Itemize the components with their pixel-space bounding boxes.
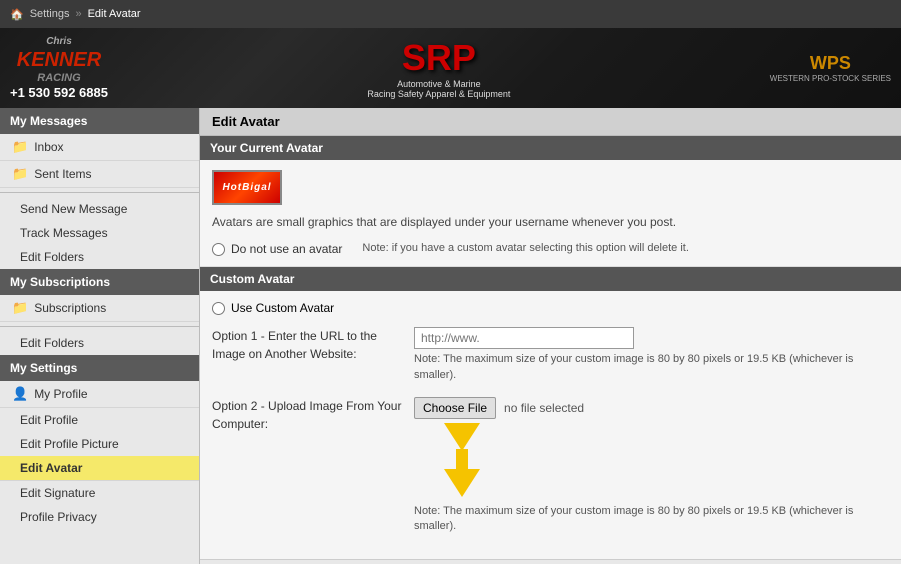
separator: »	[75, 8, 81, 20]
current-avatar-body: HotBigal Avatars are small graphics that…	[200, 160, 901, 267]
sidebar-item-edit-folders-subs[interactable]: Edit Folders	[0, 331, 199, 355]
no-avatar-row: Do not use an avatar	[212, 242, 342, 256]
top-nav: 🏠 Settings » Edit Avatar	[0, 0, 901, 28]
banner-wps: WPS WESTERN PRO-STOCK SERIES	[770, 53, 891, 83]
breadcrumb-edit-avatar: Edit Avatar	[88, 8, 141, 20]
avatar-label-text: HotBigal	[222, 182, 271, 193]
no-file-label: no file selected	[504, 401, 584, 415]
folder-icon-sent: 📁	[12, 166, 28, 182]
choose-file-button[interactable]: Choose File	[414, 397, 496, 419]
sidebar-divider-2	[0, 326, 199, 327]
option1-label: Option 1 - Enter the URL to the Image on…	[212, 327, 402, 363]
avatar-image: HotBigal	[212, 170, 282, 205]
sidebar-item-track[interactable]: Track Messages	[0, 221, 199, 245]
option2-label: Option 2 - Upload Image From Your Comput…	[212, 397, 402, 433]
kenner-phone: +1 530 592 6885	[10, 85, 108, 101]
content-header: Edit Avatar	[200, 108, 901, 136]
use-custom-row: Use Custom Avatar	[212, 301, 889, 315]
sidebar-item-profile-privacy[interactable]: Profile Privacy	[0, 505, 199, 529]
home-icon[interactable]: 🏠	[10, 8, 24, 21]
option2-note: Note: The maximum size of your custom im…	[414, 504, 889, 535]
option2-row: Option 2 - Upload Image From Your Comput…	[212, 397, 889, 535]
no-avatar-radio[interactable]	[212, 243, 225, 256]
banner: Chris KENNER RACING +1 530 592 6885 SRP …	[0, 28, 901, 108]
banner-kenner: Chris KENNER RACING +1 530 592 6885	[10, 36, 108, 101]
sidebar-inbox-label: Inbox	[34, 140, 63, 154]
sidebar-divider-1	[0, 192, 199, 193]
sidebar-my-profile-label: My Profile	[34, 387, 87, 401]
kenner-main: KENNER	[10, 48, 108, 72]
custom-avatar-body: Use Custom Avatar Option 1 - Enter the U…	[200, 291, 901, 559]
content-inner: Your Current Avatar HotBigal Avatars are…	[200, 136, 901, 564]
wps-logo: WPS	[770, 53, 891, 74]
folder-icon-subs: 📁	[12, 300, 28, 316]
option2-controls: Choose File no file selected Note: The m…	[414, 397, 889, 535]
banner-srp: SRP Automotive & Marine Racing Safety Ap…	[367, 37, 510, 99]
sidebar-item-edit-avatar[interactable]: Edit Avatar	[0, 456, 199, 481]
breadcrumb-settings[interactable]: Settings	[30, 8, 70, 20]
srp-logo: SRP	[367, 37, 510, 79]
wps-sub: WESTERN PRO-STOCK SERIES	[770, 74, 891, 83]
option1-row: Option 1 - Enter the URL to the Image on…	[212, 327, 889, 383]
sidebar-edit-avatar-label: Edit Avatar	[20, 461, 82, 475]
person-icon: 👤	[12, 386, 28, 402]
sidebar-item-send-new[interactable]: Send New Message	[0, 197, 199, 221]
avatar-preview: HotBigal Avatars are small graphics that…	[212, 170, 889, 256]
sidebar-section-subscriptions: My Subscriptions	[0, 269, 199, 295]
kenner-script: Chris	[10, 36, 108, 48]
sidebar-item-my-profile[interactable]: 👤 My Profile	[0, 381, 199, 408]
arrow-head	[444, 469, 480, 497]
kenner-sub: RACING	[10, 72, 108, 85]
custom-avatar-title: Custom Avatar	[200, 267, 901, 291]
arrow-indicator	[444, 423, 480, 497]
sidebar-item-edit-folders-messages[interactable]: Edit Folders	[0, 245, 199, 269]
sidebar: My Messages 📁 Inbox 📁 Sent Items Send Ne…	[0, 108, 200, 564]
srp-line1: Automotive & Marine	[367, 79, 510, 89]
file-upload-row: Choose File no file selected	[414, 397, 889, 419]
bottom-buttons: Save Changes Reset Fields	[200, 559, 901, 564]
sidebar-subs-label: Subscriptions	[34, 301, 106, 315]
sidebar-item-edit-profile[interactable]: Edit Profile	[0, 408, 199, 432]
avatar-description: Avatars are small graphics that are disp…	[212, 213, 889, 232]
sidebar-item-sent[interactable]: 📁 Sent Items	[0, 161, 199, 188]
option1-note: Note: The maximum size of your custom im…	[414, 352, 889, 383]
sidebar-item-edit-profile-picture[interactable]: Edit Profile Picture	[0, 432, 199, 456]
no-avatar-note: Note: if you have a custom avatar select…	[362, 242, 689, 254]
no-avatar-label: Do not use an avatar	[231, 242, 342, 256]
sidebar-section-settings: My Settings	[0, 355, 199, 381]
sidebar-item-subscriptions[interactable]: 📁 Subscriptions	[0, 295, 199, 322]
use-custom-label: Use Custom Avatar	[231, 301, 334, 315]
arrow-shaft	[456, 449, 468, 469]
current-avatar-title: Your Current Avatar	[200, 136, 901, 160]
sidebar-section-messages: My Messages	[0, 108, 199, 134]
content-area: Edit Avatar Your Current Avatar HotBigal…	[200, 108, 901, 564]
sidebar-item-inbox[interactable]: 📁 Inbox	[0, 134, 199, 161]
srp-line2: Racing Safety Apparel & Equipment	[367, 89, 510, 99]
sidebar-item-edit-signature[interactable]: Edit Signature	[0, 481, 199, 505]
option1-controls: Note: The maximum size of your custom im…	[414, 327, 889, 383]
url-input[interactable]	[414, 327, 634, 349]
use-custom-radio[interactable]	[212, 302, 225, 315]
sidebar-sent-label: Sent Items	[34, 167, 91, 181]
folder-icon: 📁	[12, 139, 28, 155]
